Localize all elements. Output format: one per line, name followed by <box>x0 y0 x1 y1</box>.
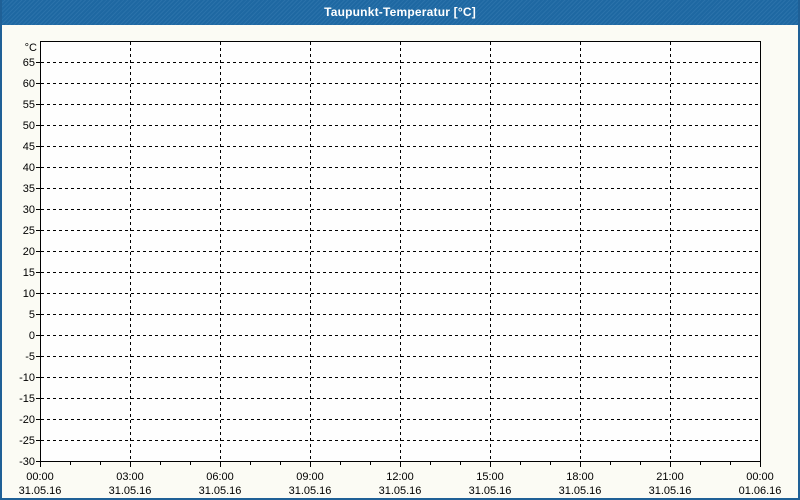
y-tick-label: 65 <box>23 57 35 69</box>
y-tick-label: 20 <box>23 246 35 258</box>
y-tick-label: 10 <box>23 288 35 300</box>
chart-window: Taupunkt-Temperatur [°C] 65 60 55 50 45 40 35 3… <box>0 0 800 500</box>
y-tick-label: 5 <box>29 309 35 321</box>
y-axis-unit-label: °C <box>25 42 37 54</box>
x-tick-label-date: 31.05.16 <box>199 485 242 497</box>
x-tick-label-date: 31.05.16 <box>559 485 602 497</box>
y-tick-label: -15 <box>19 393 35 405</box>
x-tick-label-time: 15:00 <box>476 471 504 483</box>
x-tick-label-time: 18:00 <box>566 471 594 483</box>
y-tick-label: 60 <box>23 78 35 90</box>
y-tick-label: -30 <box>19 456 35 468</box>
y-tick-label: 40 <box>23 162 35 174</box>
y-tick-label: 15 <box>23 267 35 279</box>
y-tick-label: -25 <box>19 435 35 447</box>
y-tick-label: 25 <box>23 225 35 237</box>
x-tick-label-date: 31.05.16 <box>649 485 692 497</box>
x-tick-label-time: 21:00 <box>656 471 684 483</box>
y-tick-label: 35 <box>23 183 35 195</box>
y-tick-label: -5 <box>25 351 35 363</box>
x-tick-label-time: 09:00 <box>296 471 324 483</box>
x-tick-label-time: 12:00 <box>386 471 414 483</box>
x-tick-label-date: 31.05.16 <box>109 485 152 497</box>
x-tick-label-time: 00:00 <box>746 471 774 483</box>
y-tick-label: 50 <box>23 120 35 132</box>
y-tick-label: 55 <box>23 99 35 111</box>
y-axis-labels: 65605550454035302520151050-5-10-15-20-25… <box>19 42 37 468</box>
y-tick-label: 45 <box>23 141 35 153</box>
chart-plot: 65605550454035302520151050-5-10-15-20-25… <box>19 41 782 497</box>
x-tick-label-time: 06:00 <box>206 471 234 483</box>
x-tick-label-date: 31.05.16 <box>289 485 332 497</box>
y-tick-label: -20 <box>19 414 35 426</box>
y-tick-label: 30 <box>23 204 35 216</box>
x-tick-label-time: 03:00 <box>116 471 144 483</box>
x-tick-label-date: 31.05.16 <box>469 485 512 497</box>
x-tick-label-date: 31.05.16 <box>19 485 62 497</box>
x-tick-label-time: 00:00 <box>26 471 54 483</box>
y-tick-label: 0 <box>29 330 35 342</box>
x-tick-label-date: 01.06.16 <box>739 485 782 497</box>
x-axis-labels: 00:00 31.05.16 03:00 31.05.16 06:00 31.05.16 0… <box>19 471 782 497</box>
y-tick-label: -10 <box>19 372 35 384</box>
x-tick-label-date: 31.05.16 <box>379 485 422 497</box>
